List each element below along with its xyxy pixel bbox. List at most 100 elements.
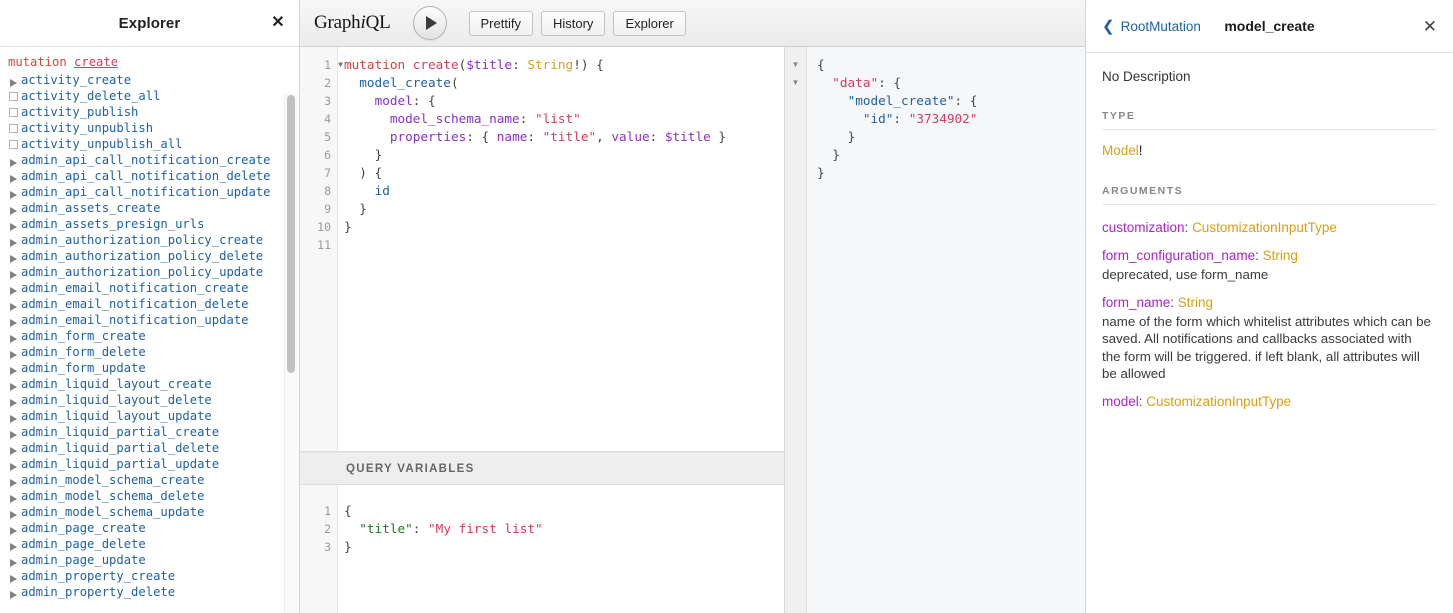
explorer-item[interactable]: admin_api_call_notification_delete [0, 168, 299, 184]
explorer-item-label: admin_liquid_layout_delete [21, 393, 212, 407]
triangle-right-icon[interactable] [8, 410, 21, 423]
triangle-right-icon[interactable] [8, 282, 21, 295]
docs-back-button[interactable]: ❮ RootMutation [1102, 19, 1201, 34]
type-link[interactable]: Model [1102, 143, 1139, 158]
checkbox-icon[interactable] [8, 124, 21, 133]
argument-name[interactable]: customization [1102, 220, 1185, 235]
explorer-item-label: admin_liquid_partial_delete [21, 441, 219, 455]
triangle-right-icon[interactable] [8, 586, 21, 599]
explorer-item[interactable]: admin_model_schema_create [0, 472, 299, 488]
triangle-right-icon[interactable] [8, 570, 21, 583]
triangle-right-icon[interactable] [8, 490, 21, 503]
explorer-item[interactable]: admin_form_delete [0, 344, 299, 360]
checkbox-icon[interactable] [8, 108, 21, 117]
explorer-item[interactable]: admin_liquid_partial_delete [0, 440, 299, 456]
close-icon[interactable]: ✕ [270, 15, 286, 31]
explorer-item[interactable]: admin_model_schema_update [0, 504, 299, 520]
triangle-right-icon[interactable] [8, 362, 21, 375]
triangle-right-icon[interactable] [8, 442, 21, 455]
argument-name[interactable]: form_name [1102, 295, 1170, 310]
triangle-right-icon[interactable] [8, 170, 21, 183]
argument-type[interactable]: String [1263, 248, 1298, 263]
triangle-right-icon[interactable] [8, 250, 21, 263]
argument-signature: form_configuration_name: String [1102, 246, 1437, 265]
explorer-item[interactable]: activity_create [0, 72, 299, 88]
explorer-item[interactable]: admin_email_notification_delete [0, 296, 299, 312]
explorer-item[interactable]: admin_authorization_policy_delete [0, 248, 299, 264]
triangle-right-icon[interactable] [8, 186, 21, 199]
explorer-item[interactable]: admin_form_update [0, 360, 299, 376]
explorer-item[interactable]: admin_page_update [0, 552, 299, 568]
argument-type[interactable]: CustomizationInputType [1146, 394, 1291, 409]
explorer-item[interactable]: admin_property_create [0, 568, 299, 584]
query-variables-header[interactable]: QUERY VARIABLES [300, 452, 784, 485]
triangle-right-icon[interactable] [8, 458, 21, 471]
explorer-item[interactable]: admin_assets_presign_urls [0, 216, 299, 232]
execute-query-button[interactable] [413, 6, 447, 40]
triangle-right-icon[interactable] [8, 74, 21, 87]
argument-name[interactable]: form_configuration_name [1102, 248, 1255, 263]
triangle-right-icon[interactable] [8, 474, 21, 487]
operation-name[interactable]: create [74, 55, 118, 69]
triangle-right-icon[interactable] [8, 218, 21, 231]
triangle-right-icon[interactable] [8, 378, 21, 391]
triangle-right-icon[interactable] [8, 298, 21, 311]
explorer-toggle-button[interactable]: Explorer [613, 11, 685, 36]
triangle-right-icon[interactable] [8, 330, 21, 343]
argument-signature: model: CustomizationInputType [1102, 392, 1437, 411]
explorer-item[interactable]: admin_liquid_layout_delete [0, 392, 299, 408]
explorer-item[interactable]: admin_authorization_policy_update [0, 264, 299, 280]
explorer-item[interactable]: admin_api_call_notification_update [0, 184, 299, 200]
explorer-item[interactable]: activity_publish [0, 104, 299, 120]
triangle-right-icon[interactable] [8, 426, 21, 439]
triangle-right-icon[interactable] [8, 202, 21, 215]
explorer-item[interactable]: admin_page_create [0, 520, 299, 536]
triangle-right-icon[interactable] [8, 266, 21, 279]
logo-part-1: Graph [314, 12, 360, 33]
triangle-right-icon[interactable] [8, 234, 21, 247]
explorer-item[interactable]: admin_liquid_layout_create [0, 376, 299, 392]
argument-type[interactable]: String [1178, 295, 1213, 310]
query-code[interactable]: mutation create($title: String!) { model… [338, 47, 784, 451]
explorer-item[interactable]: admin_page_delete [0, 536, 299, 552]
explorer-item[interactable]: admin_api_call_notification_create [0, 152, 299, 168]
explorer-item[interactable]: admin_email_notification_update [0, 312, 299, 328]
explorer-item[interactable]: activity_unpublish [0, 120, 299, 136]
triangle-right-icon[interactable] [8, 522, 21, 535]
triangle-right-icon[interactable] [8, 314, 21, 327]
triangle-right-icon[interactable] [8, 154, 21, 167]
docs-back-label: RootMutation [1121, 19, 1201, 34]
docs-description: No Description [1102, 69, 1437, 84]
fold-arrow-icon[interactable]: ▼ [338, 56, 343, 74]
explorer-item[interactable]: activity_unpublish_all [0, 136, 299, 152]
explorer-item[interactable]: admin_authorization_policy_create [0, 232, 299, 248]
explorer-scrollbar[interactable] [287, 95, 295, 373]
triangle-right-icon[interactable] [8, 538, 21, 551]
explorer-item[interactable]: admin_email_notification_create [0, 280, 299, 296]
triangle-right-icon[interactable] [8, 506, 21, 519]
explorer-item[interactable]: admin_liquid_partial_update [0, 456, 299, 472]
close-icon[interactable]: ✕ [1423, 18, 1437, 35]
explorer-item[interactable]: activity_delete_all [0, 88, 299, 104]
line-number: 5 [300, 128, 337, 146]
query-variables-editor[interactable]: 123 { "title": "My first list" } [300, 485, 784, 613]
triangle-right-icon[interactable] [8, 346, 21, 359]
explorer-item[interactable]: admin_model_schema_delete [0, 488, 299, 504]
explorer-item[interactable]: admin_liquid_layout_update [0, 408, 299, 424]
checkbox-icon[interactable] [8, 140, 21, 149]
triangle-right-icon[interactable] [8, 394, 21, 407]
explorer-item[interactable]: admin_liquid_partial_create [0, 424, 299, 440]
explorer-item[interactable]: admin_property_delete [0, 584, 299, 600]
explorer-item[interactable]: admin_form_create [0, 328, 299, 344]
prettify-button[interactable]: Prettify [469, 11, 533, 36]
checkbox-icon[interactable] [8, 92, 21, 101]
fold-arrow-icon[interactable]: ▼ [785, 74, 806, 92]
history-button[interactable]: History [541, 11, 605, 36]
variables-code[interactable]: { "title": "My first list" } [338, 485, 784, 613]
fold-arrow-icon[interactable]: ▼ [785, 56, 806, 74]
argument-type[interactable]: CustomizationInputType [1192, 220, 1337, 235]
query-editor[interactable]: 1▼234567891011 mutation create($title: S… [300, 47, 784, 452]
explorer-item[interactable]: admin_assets_create [0, 200, 299, 216]
triangle-right-icon[interactable] [8, 554, 21, 567]
argument-name[interactable]: model [1102, 394, 1139, 409]
